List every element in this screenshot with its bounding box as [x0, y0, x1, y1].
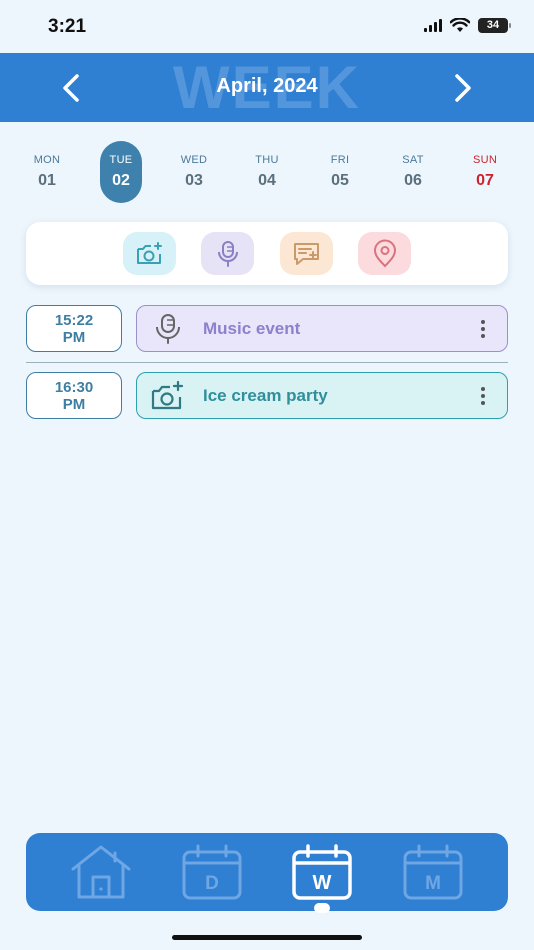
home-indicator [172, 935, 362, 940]
day-number: 01 [38, 172, 56, 189]
camera-plus-icon [136, 241, 162, 264]
day-number: 05 [331, 172, 349, 189]
status-time: 3:21 [48, 16, 87, 37]
day-name: FRI [330, 154, 350, 166]
message-plus-icon [293, 242, 319, 265]
event-more-button[interactable] [479, 320, 487, 340]
event-row: 16:30 PM Ice cream party [26, 372, 508, 419]
nav-month-tab[interactable]: M [401, 843, 465, 901]
event-card[interactable]: Music event [136, 305, 508, 352]
day-wednesday[interactable]: WED 03 [173, 141, 215, 203]
event-time[interactable]: 15:22 PM [26, 305, 122, 352]
calendar-week-icon: W [292, 844, 352, 900]
month-tab-letter: M [425, 873, 441, 894]
day-number: 04 [258, 172, 276, 189]
day-name: SAT [402, 154, 424, 166]
signal-icon [424, 19, 442, 32]
day-friday[interactable]: FRI 05 [319, 141, 361, 203]
event-time-period: PM [62, 396, 86, 413]
event-time[interactable]: 16:30 PM [26, 372, 122, 419]
day-name: MON [33, 154, 61, 166]
day-name: SUN [472, 154, 498, 166]
event-more-button[interactable] [479, 387, 487, 407]
event-title: Music event [203, 319, 301, 338]
home-icon [71, 845, 131, 899]
status-icons: 34 [424, 18, 511, 33]
location-pin-icon [373, 239, 396, 267]
calendar-day-icon: D [182, 844, 242, 900]
day-number: 06 [404, 172, 422, 189]
event-title: Ice cream party [203, 386, 328, 405]
day-number: 02 [112, 172, 130, 189]
event-time-value: 16:30 [54, 379, 94, 396]
day-strip: MON 01 TUE 02 WED 03 THU 04 FRI 05 SAT 0… [11, 141, 523, 203]
add-photo-button[interactable] [123, 232, 176, 275]
week-header: WEEK April, 2024 [0, 53, 534, 122]
event-time-period: PM [62, 329, 86, 346]
day-tuesday[interactable]: TUE 02 [100, 141, 142, 203]
add-note-button[interactable] [280, 232, 333, 275]
day-monday[interactable]: MON 01 [26, 141, 68, 203]
day-tab-letter: D [205, 873, 219, 894]
event-card[interactable]: Ice cream party [136, 372, 508, 419]
event-divider [26, 362, 508, 363]
next-week-button[interactable] [448, 71, 478, 105]
day-sunday[interactable]: SUN 07 [464, 141, 506, 203]
status-bar: 3:21 34 [0, 0, 534, 53]
nav-week-tab[interactable]: W [290, 843, 354, 901]
microphone-icon [217, 240, 238, 267]
nav-home-tab[interactable] [69, 843, 133, 901]
camera-plus-icon [151, 380, 184, 410]
add-entry-toolbar [26, 222, 508, 285]
add-audio-button[interactable] [201, 232, 254, 275]
week-tab-letter: W [313, 872, 332, 894]
wifi-icon [450, 18, 470, 32]
nav-day-tab[interactable]: D [180, 843, 244, 901]
microphone-icon [156, 314, 180, 344]
day-name: TUE [109, 154, 133, 166]
active-tab-indicator [314, 903, 330, 913]
calendar-month-icon: M [403, 844, 463, 900]
add-location-button[interactable] [358, 232, 411, 275]
event-row: 15:22 PM Music event [26, 305, 508, 352]
day-name: THU [255, 154, 279, 166]
day-name: WED [180, 154, 208, 166]
day-number: 03 [185, 172, 203, 189]
event-time-value: 15:22 [54, 312, 94, 329]
bottom-navigation: D W M [26, 833, 508, 913]
day-saturday[interactable]: SAT 06 [392, 141, 434, 203]
day-thursday[interactable]: THU 04 [246, 141, 288, 203]
battery-icon: 34 [478, 18, 511, 33]
day-number: 07 [476, 172, 494, 189]
